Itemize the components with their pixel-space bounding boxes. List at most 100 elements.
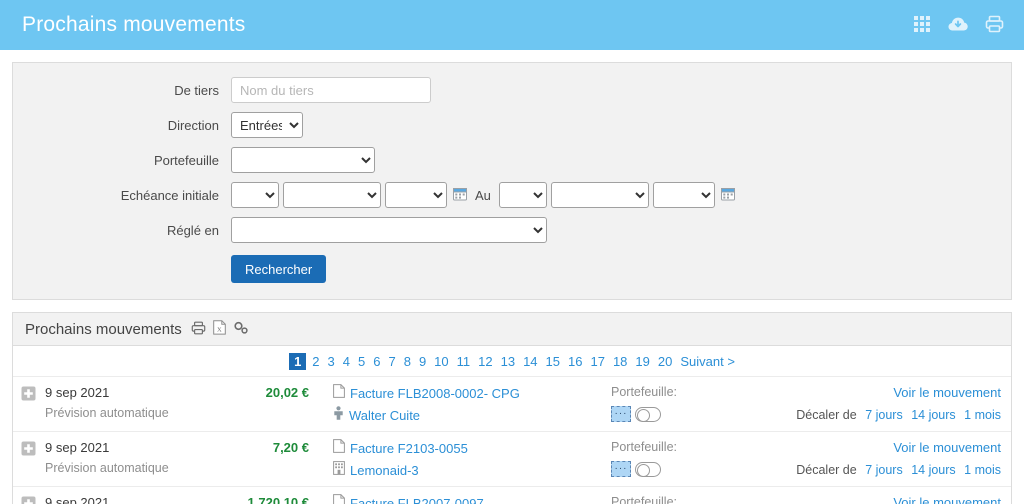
app-header: Prochains mouvements bbox=[0, 0, 1024, 50]
expand-row-button[interactable] bbox=[21, 494, 45, 504]
row-amount: 7,20 € bbox=[272, 440, 309, 455]
shift-14-days-link[interactable]: 14 jours bbox=[911, 463, 955, 477]
file-icon bbox=[333, 494, 345, 504]
calendar-icon-to[interactable] bbox=[720, 187, 735, 204]
search-panel: De tiers Direction Entrées Portefeuille … bbox=[12, 62, 1012, 300]
direction-select[interactable]: Entrées bbox=[231, 112, 303, 138]
page-link-18[interactable]: 18 bbox=[611, 353, 629, 370]
portefeuille-more-button[interactable]: ··· bbox=[611, 406, 631, 422]
svg-text:X: X bbox=[217, 326, 222, 333]
row-portefeuille-cell: Portefeuille: ··· bbox=[601, 494, 773, 504]
label-echeance-initiale: Echéance initiale bbox=[120, 187, 219, 203]
person-icon bbox=[333, 406, 344, 424]
portefeuille-label: Portefeuille: bbox=[611, 440, 678, 454]
field-row-direction: Direction Entrées bbox=[13, 112, 1011, 138]
row-amount: 20,02 € bbox=[265, 385, 309, 400]
page-title: Prochains mouvements bbox=[22, 13, 246, 36]
portefeuille-select[interactable] bbox=[231, 147, 375, 173]
page-link-5[interactable]: 5 bbox=[356, 353, 367, 370]
row-party-link[interactable]: Lemonaid-3 bbox=[350, 462, 419, 479]
page-link-1[interactable]: 1 bbox=[289, 353, 307, 370]
page-link-10[interactable]: 10 bbox=[432, 353, 450, 370]
echeance-to-month-select[interactable] bbox=[550, 182, 649, 208]
page-link-15[interactable]: 15 bbox=[544, 353, 562, 370]
portefeuille-toggle[interactable] bbox=[635, 406, 661, 422]
row-actions-cell: Voir le mouvement Décaler de 7 jours 14 … bbox=[773, 384, 1001, 424]
page-link-11[interactable]: 11 bbox=[455, 353, 473, 370]
page-link-19[interactable]: 19 bbox=[633, 353, 651, 370]
page-link-6[interactable]: 6 bbox=[371, 353, 382, 370]
page-link-2[interactable]: 2 bbox=[310, 353, 321, 370]
echeance-to-year-select[interactable] bbox=[652, 182, 715, 208]
portefeuille-label: Portefeuille: bbox=[611, 495, 678, 504]
page-link-17[interactable]: 17 bbox=[588, 353, 606, 370]
shift-7-days-link[interactable]: 7 jours bbox=[865, 463, 903, 477]
echeance-from-day-select[interactable] bbox=[231, 182, 279, 208]
echeance-to-day-select[interactable] bbox=[498, 182, 547, 208]
portefeuille-more-button[interactable]: ··· bbox=[611, 461, 631, 477]
row-date-cell: 9 sep 2021 Prévision automatique bbox=[45, 439, 225, 477]
row-document-link[interactable]: Facture FLB2008-0002- CPG bbox=[350, 385, 520, 402]
table-row[interactable]: 9 sep 2021 Prévision automatique 7,20 € … bbox=[13, 431, 1011, 486]
excel-export-icon[interactable]: X bbox=[212, 320, 226, 338]
row-actions-cell: Voir le mouvement Décaler de 7 jours 14 … bbox=[773, 494, 1001, 504]
apps-grid-icon[interactable] bbox=[913, 15, 931, 36]
shift-7-days-link[interactable]: 7 jours bbox=[865, 408, 903, 422]
view-movement-link[interactable]: Voir le mouvement bbox=[893, 385, 1001, 400]
page-link-7[interactable]: 7 bbox=[386, 353, 397, 370]
table-row[interactable]: 9 sep 2021 Prévision automatique 20,02 €… bbox=[13, 376, 1011, 431]
row-document-cell: Facture F2103-0055 Lemonaid-3 bbox=[317, 439, 601, 479]
row-amount-cell: 1 720,10 € bbox=[225, 494, 317, 504]
label-regle-en: Réglé en bbox=[166, 222, 219, 238]
shift-1-month-link[interactable]: 1 mois bbox=[964, 463, 1001, 477]
page-link-12[interactable]: 12 bbox=[476, 353, 494, 370]
view-movement-link[interactable]: Voir le mouvement bbox=[893, 440, 1001, 455]
row-party-line: Walter Cuite bbox=[333, 406, 601, 424]
page-link-16[interactable]: 16 bbox=[566, 353, 584, 370]
echeance-from-year-select[interactable] bbox=[385, 182, 447, 208]
row-document-link[interactable]: Facture FLB2007-0097 bbox=[350, 495, 484, 504]
page-link-4[interactable]: 4 bbox=[341, 353, 352, 370]
page-link-20[interactable]: 20 bbox=[656, 353, 674, 370]
row-date: 9 sep 2021 bbox=[45, 440, 110, 455]
echeance-from-month-select[interactable] bbox=[283, 182, 381, 208]
results-header: Prochains mouvements X bbox=[13, 313, 1011, 346]
field-row-regle-en: Réglé en bbox=[13, 217, 1011, 243]
label-portefeuille: Portefeuille bbox=[153, 152, 219, 168]
shift-label: Décaler de bbox=[796, 408, 857, 422]
date-range-separator: Au bbox=[475, 187, 491, 203]
search-panel-wrapper: De tiers Direction Entrées Portefeuille … bbox=[0, 50, 1024, 300]
label-de-tiers: De tiers bbox=[174, 82, 219, 98]
row-document-cell: Facture FLB2007-0097 SAFRAN SA, M. Gille… bbox=[317, 494, 601, 504]
row-portefeuille-cell: Portefeuille: ··· bbox=[601, 439, 773, 477]
page-link-8[interactable]: 8 bbox=[402, 353, 413, 370]
file-icon bbox=[333, 439, 345, 457]
row-date-cell: 9 sep 2021 Prévision automatique bbox=[45, 384, 225, 422]
expand-row-button[interactable] bbox=[21, 384, 45, 404]
cloud-download-icon[interactable] bbox=[947, 15, 969, 36]
page-link-13[interactable]: 13 bbox=[499, 353, 517, 370]
settings-gear-icon[interactable] bbox=[233, 321, 249, 338]
label-direction: Direction bbox=[167, 117, 219, 133]
calendar-icon-from[interactable] bbox=[453, 187, 467, 204]
print-icon[interactable] bbox=[191, 321, 206, 338]
page-link-14[interactable]: 14 bbox=[521, 353, 539, 370]
search-button[interactable]: Rechercher bbox=[231, 255, 327, 283]
file-icon bbox=[333, 384, 345, 402]
page-link-9[interactable]: 9 bbox=[417, 353, 428, 370]
expand-row-button[interactable] bbox=[21, 439, 45, 459]
regle-en-select[interactable] bbox=[231, 217, 547, 243]
shift-14-days-link[interactable]: 14 jours bbox=[911, 408, 955, 422]
field-row-de-tiers: De tiers bbox=[13, 77, 1011, 103]
table-row[interactable]: 9 sep 2021 Prévision automatique 1 720,1… bbox=[13, 486, 1011, 504]
page-link-3[interactable]: 3 bbox=[326, 353, 337, 370]
de-tiers-input[interactable] bbox=[231, 77, 431, 103]
row-party-link[interactable]: Walter Cuite bbox=[349, 407, 420, 424]
results-panel: Prochains mouvements X 1 2 3 4 5 6 7 8 9… bbox=[12, 312, 1012, 504]
shift-1-month-link[interactable]: 1 mois bbox=[964, 408, 1001, 422]
portefeuille-toggle[interactable] bbox=[635, 461, 661, 477]
view-movement-link[interactable]: Voir le mouvement bbox=[893, 495, 1001, 504]
row-document-link[interactable]: Facture F2103-0055 bbox=[350, 440, 468, 457]
pagination-next-link[interactable]: Suivant > bbox=[680, 354, 735, 369]
print-icon[interactable] bbox=[985, 15, 1004, 36]
